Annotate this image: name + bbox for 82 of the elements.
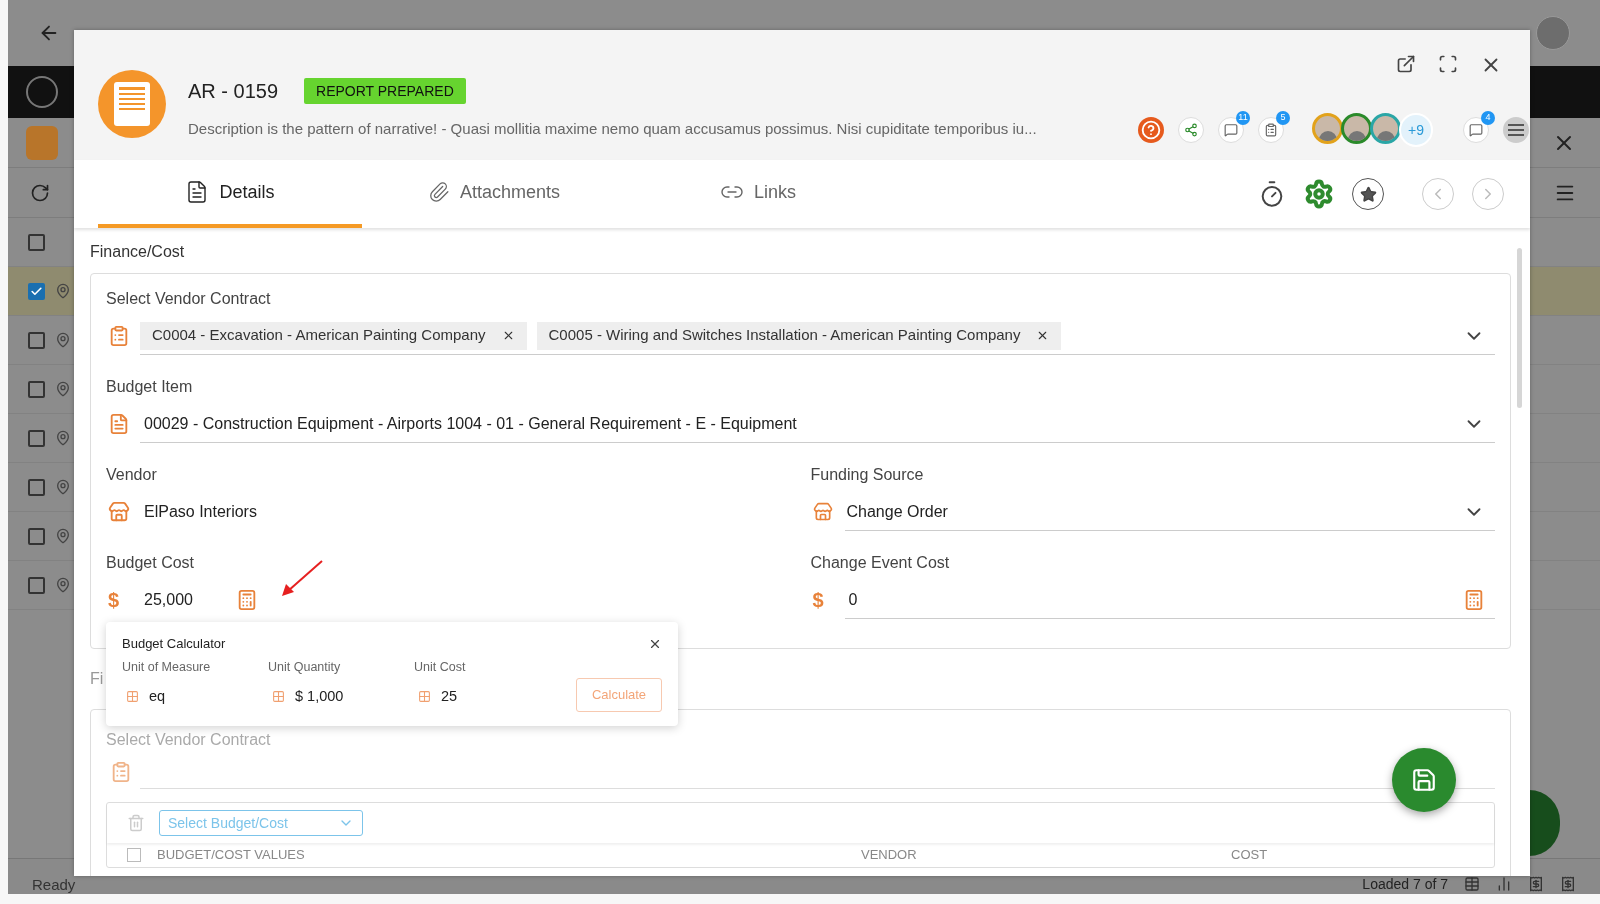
row-checkbox[interactable] [28,331,45,349]
menu-icon[interactable] [1503,117,1529,143]
check-icon [30,284,43,298]
person-avatar[interactable] [1341,113,1372,144]
store-icon [108,501,130,523]
tab[interactable]: Details [98,160,362,228]
section-title: Fi [90,669,104,689]
tab[interactable]: Links [626,160,890,228]
field-label: Select Vendor Contract [106,289,272,309]
currency-symbol: $ [812,588,824,613]
person-avatar[interactable] [1370,113,1401,144]
contract-chip[interactable]: C0004 - Excavation - American Painting Company [140,321,527,350]
map-pin-icon[interactable] [55,283,71,299]
map-pin-icon[interactable] [55,381,71,397]
calculator-label: Unit Quantity [268,658,342,676]
budget-cost-value[interactable]: 25,000 [140,588,236,612]
count-badge: 4 [1481,111,1495,125]
status-text: Ready [32,877,76,892]
status-badge: REPORT PREPARED [304,78,466,104]
save-button[interactable] [1392,748,1456,812]
count-badge: 5 [1276,111,1290,125]
settings-icon[interactable] [1304,179,1334,209]
grid-icon [126,690,139,703]
calculator-value[interactable]: 25 [441,685,458,708]
column-header: VENDOR [861,846,918,865]
grid-icon [418,690,431,703]
calculator-icon[interactable] [236,589,258,611]
row-checkbox[interactable] [28,527,45,545]
record-title: AR - 0159 [188,79,279,104]
contract-select[interactable]: C0004 - Excavation - American Painting Company C0005 - Wiring and Switches Installation - American Painting Company [140,317,1495,355]
record-count: Loaded 7 of 7 [1362,876,1448,892]
tab[interactable]: Attachments [362,160,626,228]
change-event-cost-field[interactable]: 0 [844,581,1495,619]
record-description: Description is the pattern of narrative! - Quasi mollitia maxime nemo quam accusamus possimus. Nisi cupiditate temporibus iu... [188,119,1037,139]
contract-icon [108,325,130,347]
calculator-label: Unit of Measure [122,658,212,676]
calculator-value[interactable]: $ 1,000 [295,685,344,708]
row-checkbox[interactable] [28,282,45,300]
map-pin-icon[interactable] [55,577,71,593]
row-checkbox[interactable] [28,233,45,251]
column-header: COST [1231,846,1268,865]
section-title: Finance/Cost [90,242,185,262]
open-external-icon[interactable] [1396,54,1416,74]
row-checkbox[interactable] [28,576,45,594]
table-icon[interactable] [1464,876,1480,892]
person-avatar[interactable] [1312,113,1343,144]
popover-title: Budget Calculator [122,635,226,653]
map-pin-icon[interactable] [55,430,71,446]
field-label: Budget Cost [106,553,196,573]
share-icon[interactable] [1178,117,1204,143]
fullscreen-icon[interactable] [1438,54,1458,74]
count-badge: 11 [1236,111,1250,125]
row-checkbox[interactable] [28,429,45,447]
refresh-icon[interactable] [30,182,50,203]
scrollbar[interactable] [1517,248,1522,408]
field-label: Change Event Cost [810,553,951,573]
budget-item-select[interactable]: 00029 - Construction Equipment - Airports 1004 - 01 - General Requirement - E - Equipment [140,405,1495,443]
currency-symbol: $ [108,588,120,613]
map-pin-icon[interactable] [55,528,71,544]
calculator-icon[interactable] [1463,588,1485,611]
annotation-arrow [280,559,324,597]
paperclip-icon [427,181,450,203]
store-icon [812,502,833,522]
map-pin-icon[interactable] [55,332,71,348]
field-label: Funding Source [810,465,925,485]
row-checkbox[interactable] [28,478,45,496]
contract-chip[interactable]: C0005 - Wiring and Switches Installation - American Painting Company [536,321,1062,350]
header-checkbox[interactable] [127,848,141,862]
field-label: Vendor [106,465,158,485]
calculator-value[interactable]: eq [149,685,166,708]
help-icon[interactable] [1138,117,1164,143]
column-header: BUDGET/COST VALUES [157,846,306,865]
funding-source-select[interactable]: Change Order [844,493,1495,531]
budget-document-icon [108,413,130,435]
calculator-label: Unit Cost [414,658,467,676]
map-pin-icon[interactable] [55,479,71,495]
field-label: Select Vendor Contract [106,731,271,748]
bar-chart-icon[interactable] [1496,876,1512,892]
grid-icon [272,690,285,703]
row-checkbox[interactable] [28,380,45,398]
field-label: Budget Item [106,377,194,397]
vendor-value: ElPaso Interiors [143,502,257,522]
